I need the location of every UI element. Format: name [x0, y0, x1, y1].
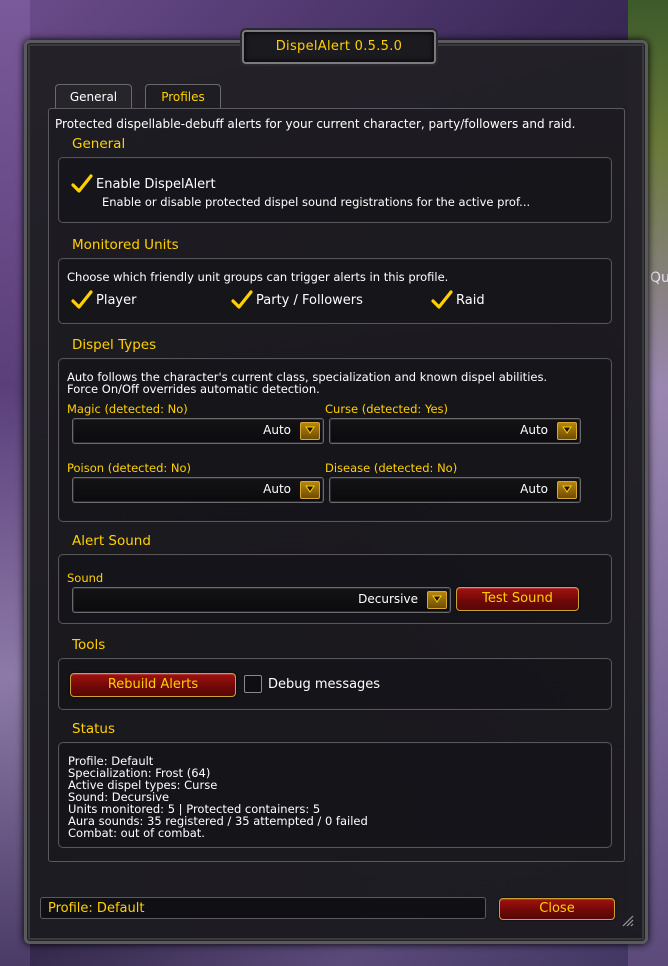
profile-status-bar: Profile: Default: [40, 897, 486, 919]
magic-dropdown[interactable]: Auto: [72, 418, 324, 444]
section-status-title: Status: [72, 721, 116, 737]
background-text: Qu: [650, 270, 668, 286]
enable-checkbox[interactable]: [71, 174, 93, 194]
checkmark-icon: [231, 290, 253, 309]
disease-dropdown[interactable]: Auto: [329, 477, 581, 503]
disease-value: Auto: [520, 482, 548, 496]
checkmark-icon: [431, 290, 453, 309]
debug-label: Debug messages: [268, 677, 381, 692]
dropdown-arrow-icon[interactable]: [557, 422, 577, 440]
curse-dropdown[interactable]: Auto: [329, 418, 581, 444]
tab-profiles[interactable]: Profiles: [145, 84, 221, 109]
monitored-units-description: Choose which friendly unit groups can tr…: [67, 270, 449, 284]
section-monitored-units-title: Monitored Units: [72, 237, 179, 253]
close-button[interactable]: Close: [499, 898, 615, 920]
raid-label: Raid: [456, 293, 485, 308]
status-line: Combat: out of combat.: [68, 826, 205, 840]
raid-checkbox[interactable]: [431, 290, 453, 310]
curse-value: Auto: [520, 423, 548, 437]
checkmark-icon: [71, 290, 93, 309]
disease-label: Disease (detected: No): [325, 461, 458, 475]
tab-general[interactable]: General: [55, 84, 132, 109]
player-checkbox[interactable]: [71, 290, 93, 310]
sound-label: Sound: [67, 571, 104, 585]
section-dispel-types-title: Dispel Types: [72, 337, 157, 353]
section-general-title: General: [72, 136, 126, 152]
poison-value: Auto: [263, 482, 291, 496]
player-label: Player: [96, 293, 137, 308]
rebuild-alerts-button[interactable]: Rebuild Alerts: [70, 673, 236, 697]
test-sound-button[interactable]: Test Sound: [456, 587, 579, 611]
dropdown-arrow-icon[interactable]: [557, 481, 577, 499]
enable-description: Enable or disable protected dispel sound…: [102, 195, 531, 209]
section-tools-title: Tools: [72, 637, 106, 653]
party-followers-label: Party / Followers: [256, 293, 363, 308]
poison-dropdown[interactable]: Auto: [72, 477, 324, 503]
magic-label: Magic (detected: No): [67, 402, 188, 416]
section-alert-sound-title: Alert Sound: [72, 533, 151, 549]
sound-value: Decursive: [358, 592, 418, 606]
poison-label: Poison (detected: No): [67, 461, 192, 475]
resize-grip-icon[interactable]: [620, 912, 634, 927]
sound-dropdown[interactable]: Decursive: [72, 587, 451, 613]
dropdown-arrow-icon[interactable]: [427, 591, 447, 609]
enable-label: Enable DispelAlert: [96, 177, 216, 192]
dispel-types-description-2: Force On/Off overrides automatic detecti…: [67, 382, 320, 396]
curse-label: Curse (detected: Yes): [325, 402, 449, 416]
debug-checkbox[interactable]: [244, 675, 262, 693]
dropdown-arrow-icon[interactable]: [300, 481, 320, 499]
dropdown-arrow-icon[interactable]: [300, 422, 320, 440]
party-followers-checkbox[interactable]: [231, 290, 253, 310]
magic-value: Auto: [263, 423, 291, 437]
checkmark-icon: [71, 174, 93, 193]
monitored-units-group: [58, 258, 612, 324]
window-title: DispelAlert 0.5.5.0: [242, 30, 436, 64]
addon-description: Protected dispellable-debuff alerts for …: [55, 117, 576, 131]
